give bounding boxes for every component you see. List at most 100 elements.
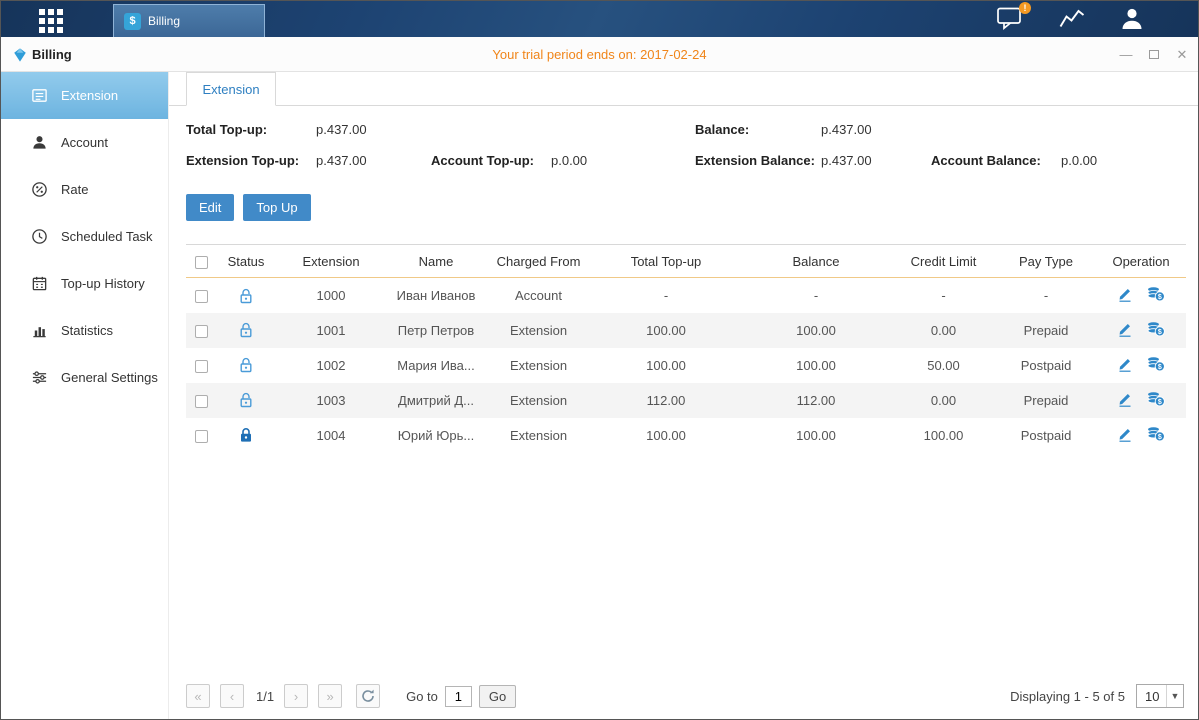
top-up-icon[interactable]: $ — [1147, 391, 1165, 410]
status-lock-icon — [239, 427, 253, 442]
cell-pay-type: Prepaid — [996, 383, 1096, 418]
sidebar-item-statistics[interactable]: Statistics — [1, 307, 168, 354]
status-lock-icon — [239, 287, 253, 302]
page-indicator: 1/1 — [256, 689, 274, 704]
sidebar-item-label: Extension — [61, 88, 118, 103]
edit-icon[interactable] — [1117, 286, 1133, 305]
edit-icon[interactable] — [1117, 391, 1133, 410]
row-checkbox[interactable] — [195, 430, 208, 443]
sidebar-item-rate[interactable]: Rate — [1, 166, 168, 213]
window-controls: — ✕ — [1118, 37, 1190, 72]
svg-text:$: $ — [1158, 328, 1162, 335]
app-grid-icon[interactable] — [39, 9, 63, 33]
edit-icon[interactable] — [1117, 321, 1133, 340]
chat-icon[interactable]: ! — [997, 6, 1027, 32]
balance-value: p.437.00 — [821, 122, 872, 137]
edit-icon[interactable] — [1117, 426, 1133, 445]
topbar-tab-billing[interactable]: $ Billing — [113, 4, 265, 37]
account-topup-label: Account Top-up: — [431, 153, 534, 168]
rate-icon — [31, 181, 48, 198]
goto-page-input[interactable] — [445, 686, 472, 707]
next-page-button[interactable]: › — [284, 684, 308, 708]
edit-icon[interactable] — [1117, 356, 1133, 375]
table-header-row: Status Extension Name Charged From Total… — [186, 245, 1186, 278]
chart-icon[interactable] — [1059, 6, 1089, 32]
sidebar-item-label: General Settings — [61, 370, 158, 385]
sidebar-item-label: Top-up History — [61, 276, 145, 291]
top-up-icon[interactable]: $ — [1147, 286, 1165, 305]
status-lock-icon — [239, 392, 253, 407]
cell-pay-type: - — [996, 278, 1096, 313]
sidebar-item-extension[interactable]: Extension — [1, 72, 168, 119]
extension-topup-label: Extension Top-up: — [186, 153, 299, 168]
cell-name: Петр Петров — [386, 313, 486, 348]
svg-text:$: $ — [1158, 398, 1162, 405]
cell-credit-limit: 100.00 — [891, 418, 996, 453]
sidebar-item-label: Account — [61, 135, 108, 150]
sidebar-item-label: Rate — [61, 182, 88, 197]
minimize-icon[interactable]: — — [1118, 47, 1134, 62]
cell-extension: 1001 — [276, 313, 386, 348]
scheduled-task-icon — [31, 228, 48, 245]
trial-notice: Your trial period ends on: 2017-02-24 — [1, 47, 1198, 62]
maximize-icon[interactable] — [1146, 47, 1162, 62]
cell-credit-limit: 0.00 — [891, 383, 996, 418]
row-checkbox[interactable] — [195, 290, 208, 303]
table-row: 1004Юрий Юрь...Extension100.00100.00100.… — [186, 418, 1186, 453]
cell-pay-type: Postpaid — [996, 418, 1096, 453]
top-up-button[interactable]: Top Up — [243, 194, 310, 221]
page-size-select[interactable]: 10 ▼ — [1136, 684, 1184, 708]
cell-total-topup: - — [591, 278, 741, 313]
row-checkbox[interactable] — [195, 325, 208, 338]
select-all-checkbox[interactable] — [195, 256, 208, 269]
user-icon[interactable] — [1119, 6, 1149, 32]
cell-credit-limit: 50.00 — [891, 348, 996, 383]
balance-label: Balance: — [695, 122, 749, 137]
top-up-icon[interactable]: $ — [1147, 426, 1165, 445]
extension-icon — [31, 87, 48, 104]
edit-button[interactable]: Edit — [186, 194, 234, 221]
first-page-button[interactable]: « — [186, 684, 210, 708]
top-up-icon[interactable]: $ — [1147, 356, 1165, 375]
topbar-tab-label: Billing — [148, 14, 180, 28]
cell-balance: 100.00 — [741, 313, 891, 348]
cell-charged-from: Extension — [486, 383, 591, 418]
tab-strip: Extension — [169, 72, 1198, 106]
sidebar-item-topup-history[interactable]: Top-up History — [1, 260, 168, 307]
sidebar-item-general-settings[interactable]: General Settings — [1, 354, 168, 401]
table-row: 1002Мария Ива...Extension100.00100.0050.… — [186, 348, 1186, 383]
go-button[interactable]: Go — [479, 685, 516, 708]
extension-table: Status Extension Name Charged From Total… — [186, 244, 1184, 453]
top-bar: $ Billing ! — [1, 1, 1198, 37]
cell-charged-from: Extension — [486, 313, 591, 348]
title-bar: Billing Your trial period ends on: 2017-… — [1, 37, 1198, 72]
topup-history-icon — [31, 275, 48, 292]
top-up-icon[interactable]: $ — [1147, 321, 1165, 340]
last-page-button[interactable]: » — [318, 684, 342, 708]
sidebar-item-scheduled-task[interactable]: Scheduled Task — [1, 213, 168, 260]
svg-text:$: $ — [1158, 363, 1162, 370]
status-lock-icon — [239, 357, 253, 372]
account-topup-value: p.0.00 — [551, 153, 587, 168]
goto-label: Go to — [406, 689, 438, 704]
cell-total-topup: 100.00 — [591, 418, 741, 453]
billing-dollar-icon: $ — [124, 13, 141, 30]
table-row: 1001Петр ПетровExtension100.00100.000.00… — [186, 313, 1186, 348]
pagination-bar: « ‹ 1/1 › » Go to Go Displaying 1 - 5 of… — [186, 683, 1184, 709]
tab-extension[interactable]: Extension — [186, 72, 276, 106]
close-icon[interactable]: ✕ — [1174, 47, 1190, 63]
cell-pay-type: Prepaid — [996, 313, 1096, 348]
header-operation: Operation — [1096, 245, 1186, 278]
refresh-button[interactable] — [356, 684, 380, 708]
header-balance: Balance — [741, 245, 891, 278]
prev-page-button[interactable]: ‹ — [220, 684, 244, 708]
row-checkbox[interactable] — [195, 395, 208, 408]
cell-pay-type: Postpaid — [996, 348, 1096, 383]
extension-balance-value: p.437.00 — [821, 153, 872, 168]
summary-panel: Total Top-up: p.437.00 Balance: p.437.00… — [169, 116, 1198, 184]
sidebar-item-account[interactable]: Account — [1, 119, 168, 166]
cell-total-topup: 100.00 — [591, 348, 741, 383]
header-charged-from: Charged From — [486, 245, 591, 278]
row-checkbox[interactable] — [195, 360, 208, 373]
cell-extension: 1003 — [276, 383, 386, 418]
